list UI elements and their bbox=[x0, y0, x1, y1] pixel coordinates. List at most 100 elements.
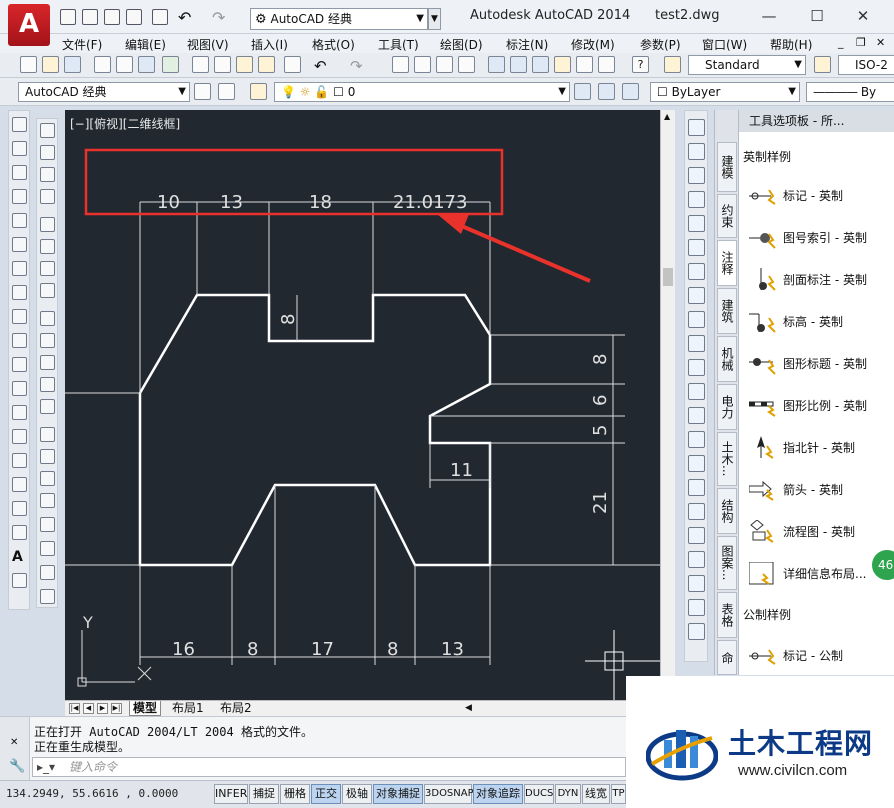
make-current-layer-icon[interactable] bbox=[574, 83, 591, 100]
menu-format[interactable]: 格式(O) bbox=[312, 36, 355, 53]
array-tool-icon[interactable] bbox=[688, 215, 705, 232]
paint-icon[interactable] bbox=[688, 119, 705, 136]
palette-tab-hatch[interactable]: 图案... bbox=[717, 536, 737, 590]
polygon-icon[interactable] bbox=[12, 189, 27, 204]
insert-block-icon[interactable] bbox=[12, 381, 27, 396]
point-icon[interactable] bbox=[12, 429, 27, 444]
palette-tab-tables[interactable]: 表格 bbox=[717, 592, 737, 638]
join-icon[interactable] bbox=[40, 427, 55, 442]
table-icon[interactable] bbox=[12, 525, 27, 540]
palette-item[interactable]: 图形比例 - 英制 bbox=[749, 390, 894, 422]
dim-right-2[interactable]: 6 bbox=[590, 395, 611, 406]
rotate-tool-icon[interactable] bbox=[688, 263, 705, 280]
mirror-icon[interactable] bbox=[40, 167, 55, 182]
menu-file[interactable]: 文件(F) bbox=[62, 36, 102, 53]
status-grid-button[interactable]: 栅格 bbox=[280, 784, 310, 804]
break-icon[interactable] bbox=[40, 399, 55, 414]
zoom-previous-icon[interactable] bbox=[458, 56, 475, 73]
open-icon[interactable] bbox=[42, 56, 59, 73]
arc-icon[interactable] bbox=[12, 237, 27, 252]
explode-icon[interactable] bbox=[40, 517, 55, 532]
cursor-coordinates[interactable]: 134.2949, 55.6616 , 0.0000 bbox=[6, 787, 178, 800]
palette-tab-architecture[interactable]: 建筑 bbox=[717, 288, 737, 334]
status-snap-button[interactable]: 捕捉 bbox=[249, 784, 279, 804]
rotate-icon[interactable] bbox=[40, 261, 55, 276]
ellipse-icon[interactable] bbox=[12, 333, 27, 348]
status-ducs-button[interactable]: DUCS bbox=[524, 784, 554, 804]
linetype-select[interactable]: ———— By bbox=[806, 82, 894, 102]
command-input[interactable]: ▸_▾ 键入命令 bbox=[32, 757, 626, 777]
pan-icon[interactable] bbox=[392, 56, 409, 73]
saveas-icon[interactable] bbox=[126, 9, 142, 25]
dim-top-1[interactable]: 10 bbox=[157, 192, 180, 213]
menu-edit[interactable]: 编辑(E) bbox=[125, 36, 166, 53]
maximize-button[interactable]: ☐ bbox=[806, 5, 828, 27]
join-tool-icon[interactable] bbox=[688, 407, 705, 424]
spline-icon[interactable] bbox=[12, 309, 27, 324]
dim-style-icon[interactable] bbox=[814, 56, 831, 73]
move-icon[interactable] bbox=[40, 239, 55, 254]
stretch-icon[interactable] bbox=[40, 311, 55, 326]
paste-icon[interactable] bbox=[236, 56, 253, 73]
stretch-tool-icon[interactable] bbox=[688, 311, 705, 328]
palette-item[interactable]: 标记 - 英制 bbox=[749, 180, 894, 212]
line-icon[interactable] bbox=[12, 117, 27, 132]
preview-icon[interactable] bbox=[116, 56, 133, 73]
3d-publish-icon[interactable] bbox=[162, 56, 179, 73]
undo-toolbar-icon[interactable]: ↶ bbox=[314, 57, 327, 75]
save-toolbar-icon[interactable] bbox=[64, 56, 81, 73]
wrench-icon[interactable]: 🔧 bbox=[9, 759, 25, 774]
fillet-tool-icon[interactable] bbox=[688, 455, 705, 472]
status-osnap-button[interactable]: 对象捕捉 bbox=[373, 784, 423, 804]
part-outline[interactable] bbox=[138, 293, 492, 567]
explode-tool-icon[interactable] bbox=[688, 503, 705, 520]
text-style-select[interactable]: Standard ▼ bbox=[688, 55, 806, 75]
status-lineweight-button[interactable]: 线宽 bbox=[582, 784, 610, 804]
status-3dosnap-button[interactable]: 3DOSNAP bbox=[424, 784, 474, 804]
zoom-realtime-icon[interactable] bbox=[414, 56, 431, 73]
scale-tool-icon[interactable] bbox=[688, 287, 705, 304]
blend-icon[interactable] bbox=[40, 493, 55, 508]
layer-delete-icon[interactable] bbox=[688, 623, 705, 640]
viewport-label[interactable]: [−][俯视][二维线框] bbox=[70, 116, 180, 131]
mirror-tool-icon[interactable] bbox=[688, 167, 705, 184]
menu-dimension[interactable]: 标注(N) bbox=[506, 36, 548, 53]
palette-tab-mechanical[interactable]: 机械 bbox=[717, 336, 737, 382]
dim-bottom-4[interactable]: 8 bbox=[387, 639, 398, 660]
layer-walk-icon[interactable] bbox=[688, 575, 705, 592]
workspace-settings-icon[interactable] bbox=[194, 83, 211, 100]
dim-top-4[interactable]: 21.0173 bbox=[393, 192, 467, 213]
copy-icon[interactable] bbox=[214, 56, 231, 73]
menu-draw[interactable]: 绘图(D) bbox=[440, 36, 483, 53]
construction-line-icon[interactable] bbox=[12, 141, 27, 156]
menu-help[interactable]: 帮助(H) bbox=[770, 36, 812, 53]
redo-toolbar-icon[interactable]: ↷ bbox=[350, 57, 363, 75]
help-icon[interactable]: ? bbox=[632, 56, 649, 73]
minimize-button[interactable]: — bbox=[758, 5, 780, 27]
qnew-icon[interactable] bbox=[20, 56, 37, 73]
pattern-icon[interactable] bbox=[688, 143, 705, 160]
next-tab-icon[interactable]: ▶ bbox=[97, 703, 108, 714]
palette-tab-structure[interactable]: 结构 bbox=[717, 488, 737, 534]
publish-icon[interactable] bbox=[138, 56, 155, 73]
markup-icon[interactable] bbox=[576, 56, 593, 73]
prev-tab-icon[interactable]: ◀ bbox=[83, 703, 94, 714]
layer-merge-icon[interactable] bbox=[688, 599, 705, 616]
calculator-icon[interactable] bbox=[598, 56, 615, 73]
properties-icon[interactable] bbox=[488, 56, 505, 73]
dim-bottom-3[interactable]: 17 bbox=[311, 639, 334, 660]
move-tool-icon[interactable] bbox=[688, 239, 705, 256]
first-tab-icon[interactable]: |◀ bbox=[69, 703, 80, 714]
autocad-logo-button[interactable]: A bbox=[8, 4, 50, 46]
fillet-icon[interactable] bbox=[40, 471, 55, 486]
status-infer-button[interactable]: INFER bbox=[214, 784, 248, 804]
tab-layout1[interactable]: 布局1 bbox=[169, 701, 207, 716]
tab-model[interactable]: 模型 bbox=[129, 701, 162, 716]
layer-properties-icon[interactable] bbox=[250, 83, 267, 100]
last-tab-icon[interactable]: ▶| bbox=[111, 703, 122, 714]
print-icon[interactable] bbox=[152, 9, 168, 25]
palette-item[interactable]: 流程图 - 英制 bbox=[749, 516, 894, 548]
dim-top-3[interactable]: 18 bbox=[309, 192, 332, 213]
sheet-set-icon[interactable] bbox=[554, 56, 571, 73]
layer-previous-icon[interactable] bbox=[598, 83, 615, 100]
